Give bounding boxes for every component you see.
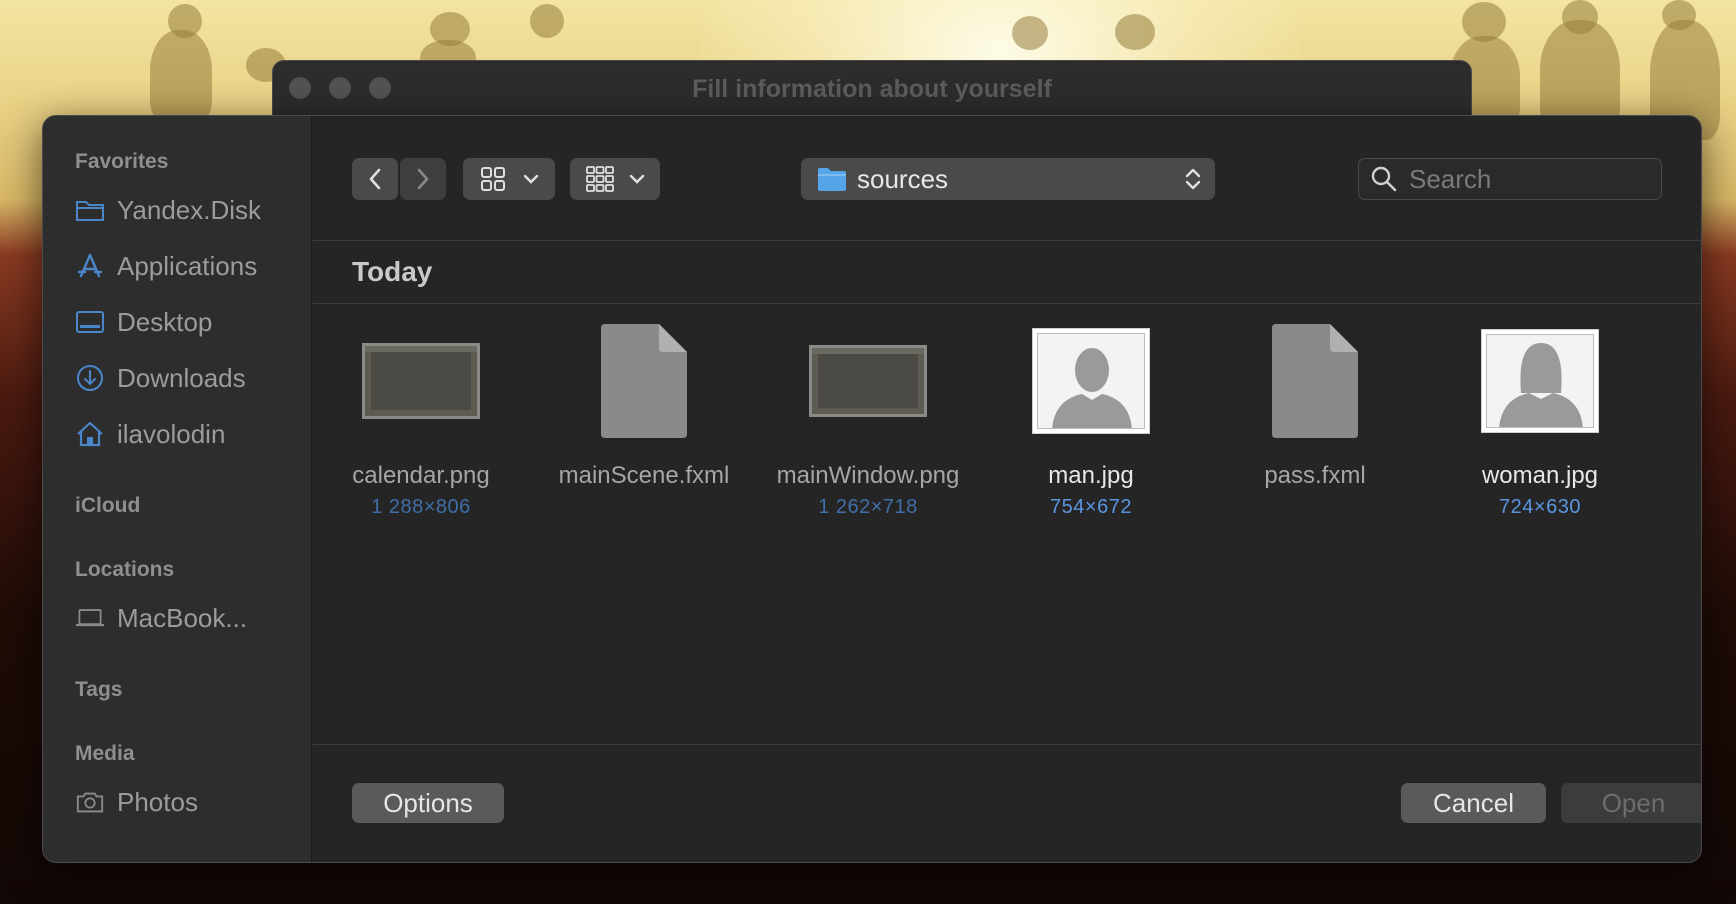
sidebar-item-label: Photos	[117, 786, 198, 817]
forward-button[interactable]	[400, 158, 446, 200]
laptop-icon	[75, 603, 105, 633]
file-item[interactable]: man.jpg 754×672	[981, 316, 1201, 519]
file-item[interactable]: woman.jpg 724×630	[1430, 316, 1650, 519]
sidebar-item-label: Downloads	[117, 362, 246, 393]
file-dimensions: 1 288×806	[371, 496, 471, 518]
file-item[interactable]: pass.fxml	[1205, 316, 1425, 496]
file-browser: sources Today calendar.png 1 288×806	[313, 116, 1701, 862]
image-thumbnail	[362, 343, 480, 419]
sidebar-item-label: Applications	[117, 250, 258, 281]
dialog-footer: Options Cancel Open	[313, 744, 1701, 862]
search-input[interactable]	[1409, 163, 1649, 195]
sidebar-item-label: Desktop	[117, 306, 213, 337]
file-grid: calendar.png 1 288×806 mainScene.fxml ma…	[313, 316, 1701, 616]
file-dimensions: 724×630	[1499, 496, 1581, 518]
options-button[interactable]: Options	[352, 783, 504, 823]
chevron-down-icon	[523, 174, 538, 184]
current-folder-label: sources	[857, 163, 949, 194]
window-title: Fill information about yourself	[692, 75, 1052, 103]
folder-icon	[75, 195, 105, 225]
sidebar-item-applications[interactable]: Applications	[75, 246, 305, 286]
open-file-dialog: Favorites Yandex.Disk Applications Deskt…	[42, 115, 1702, 863]
document-icon	[1272, 324, 1358, 438]
downloads-icon	[75, 363, 105, 393]
section-title: Today	[352, 256, 433, 287]
sidebar-item-desktop[interactable]: Desktop	[75, 302, 305, 342]
sidebar-item-home[interactable]: ilavolodin	[75, 414, 305, 454]
sidebar-item-photos[interactable]: Photos	[75, 782, 305, 822]
grid-view-icon	[480, 167, 505, 191]
sidebar-item-downloads[interactable]: Downloads	[75, 358, 305, 398]
image-thumbnail	[809, 345, 927, 417]
sidebar-section-media: Media	[75, 742, 135, 765]
file-item[interactable]: calendar.png 1 288×806	[311, 316, 531, 519]
sidebar-section-icloud[interactable]: iCloud	[75, 494, 140, 518]
file-name: mainWindow.png	[776, 462, 960, 489]
up-down-chevron-icon	[1185, 168, 1201, 190]
folder-icon	[818, 168, 846, 191]
file-item[interactable]: mainScene.fxml	[534, 316, 754, 496]
file-item[interactable]: mainWindow.png 1 262×718	[758, 316, 978, 519]
group-by-button[interactable]	[570, 158, 660, 200]
image-thumbnail	[1032, 328, 1150, 434]
date-section-header: Today	[313, 242, 1701, 304]
group-icon	[586, 166, 614, 192]
sidebar-item-macbook[interactable]: MacBook...	[75, 598, 305, 638]
male-avatar-icon	[1052, 348, 1132, 428]
sidebar-item-yandex-disk[interactable]: Yandex.Disk	[75, 190, 305, 230]
sidebar-item-label: ilavolodin	[117, 418, 226, 449]
image-thumbnail	[1481, 329, 1599, 433]
sidebar-section-tags[interactable]: Tags	[75, 678, 122, 702]
sidebar: Favorites Yandex.Disk Applications Deskt…	[43, 116, 312, 862]
file-name: calendar.png	[352, 462, 490, 489]
search-field[interactable]	[1358, 158, 1662, 200]
open-button[interactable]: Open	[1561, 783, 1701, 823]
sidebar-section-favorites: Favorites	[75, 150, 169, 173]
chevron-right-icon	[417, 168, 429, 190]
file-dimensions: 1 262×718	[818, 496, 918, 518]
back-button[interactable]	[352, 158, 398, 200]
search-icon	[1371, 166, 1397, 192]
desktop-icon	[75, 307, 105, 337]
chevron-left-icon	[369, 168, 381, 190]
home-icon	[75, 419, 105, 449]
document-icon	[601, 324, 687, 438]
sidebar-item-label: Yandex.Disk	[117, 194, 262, 225]
file-name: pass.fxml	[1264, 462, 1366, 489]
chevron-down-icon	[629, 174, 645, 184]
female-avatar-icon	[1499, 343, 1583, 427]
sidebar-section-locations: Locations	[75, 558, 175, 581]
file-dimensions: 754×672	[1050, 496, 1132, 518]
file-name: woman.jpg	[1481, 462, 1599, 489]
sidebar-item-label: MacBook...	[117, 602, 248, 633]
cancel-button[interactable]: Cancel	[1401, 783, 1546, 823]
view-mode-button[interactable]	[463, 158, 555, 200]
applications-icon	[75, 251, 105, 281]
file-name: mainScene.fxml	[558, 462, 730, 489]
file-name: man.jpg	[1048, 462, 1134, 489]
toolbar: sources	[313, 116, 1701, 241]
folder-path-popup[interactable]: sources	[801, 158, 1215, 200]
camera-icon	[75, 787, 105, 817]
